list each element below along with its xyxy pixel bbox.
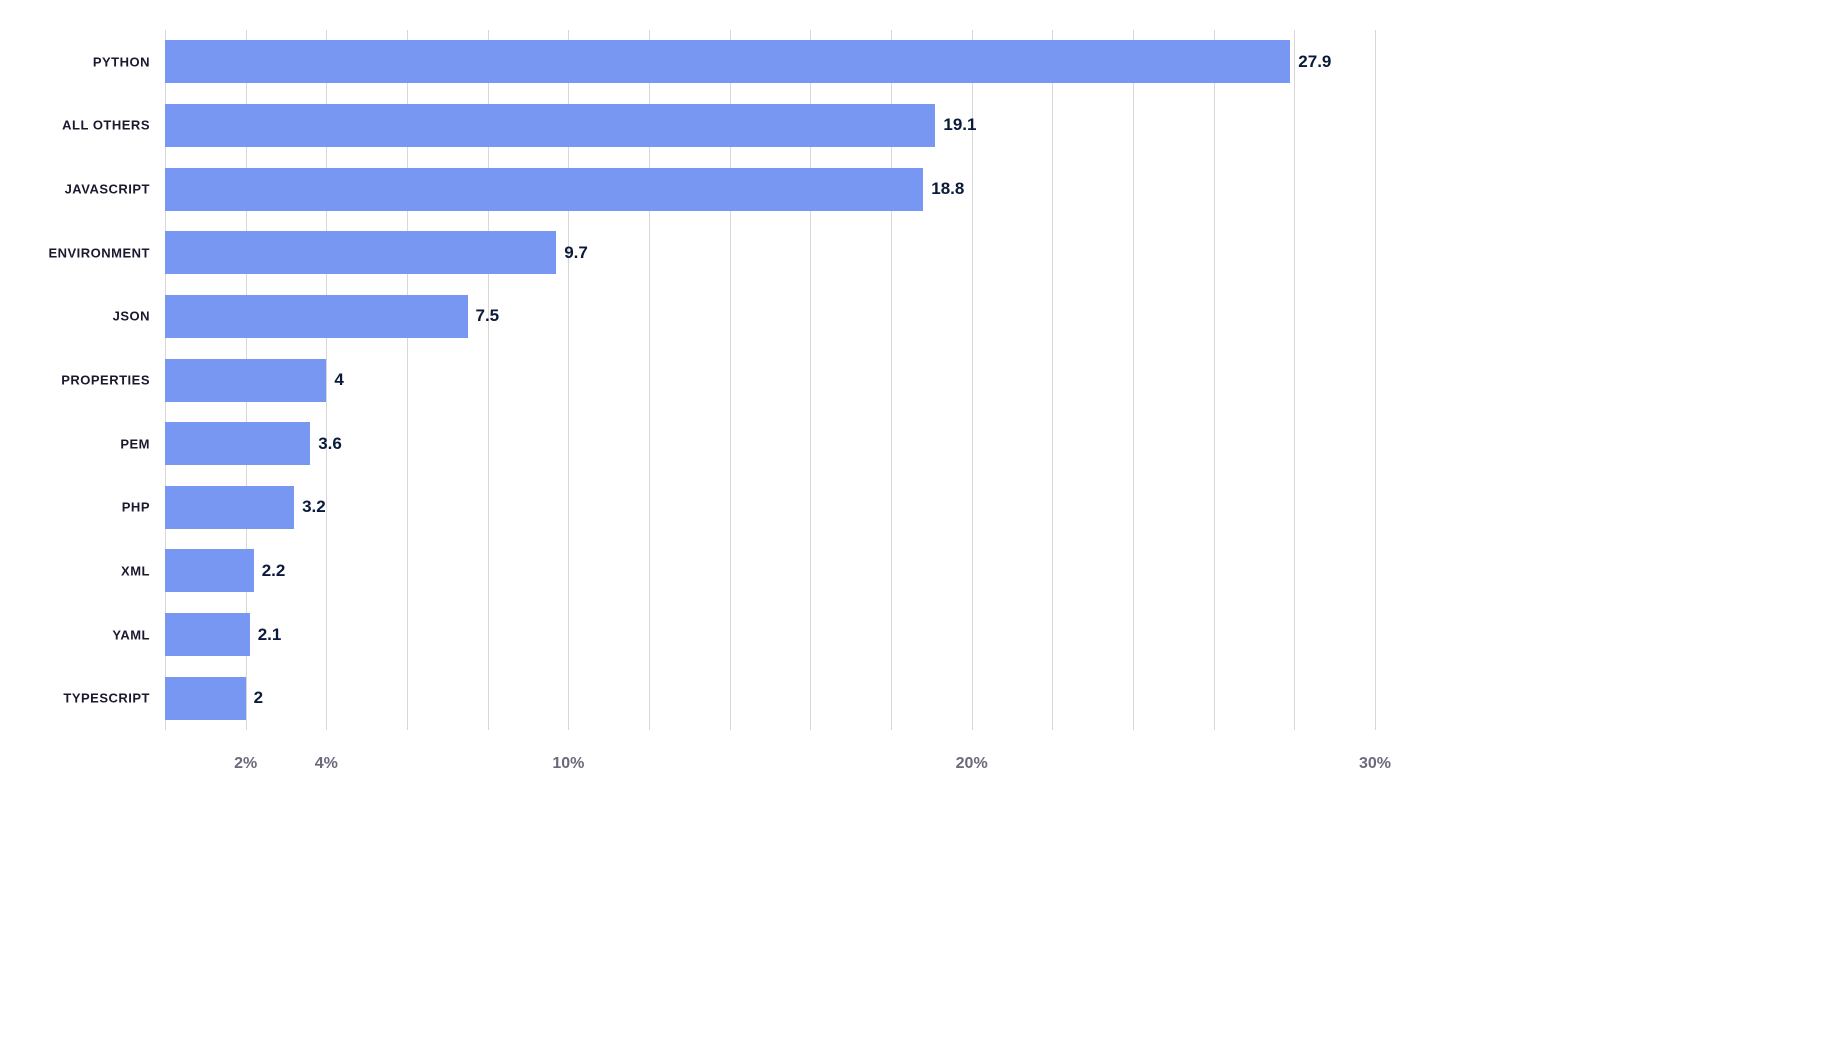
bar-value-label: 27.9	[1298, 52, 1331, 72]
bar-row: 2	[165, 677, 263, 720]
bar-row: 27.9	[165, 40, 1331, 83]
bar	[165, 359, 326, 402]
bar	[165, 549, 254, 592]
category-label: XML	[121, 563, 150, 578]
x-axis-tick: 20%	[956, 755, 988, 773]
bar-chart: 27.9 19.1 18.8 9.7 7.5 4 3.6 3.2 2.2 2.1 2	[165, 30, 1375, 730]
category-label: YAML	[112, 627, 150, 642]
category-label: ALL OTHERS	[62, 118, 150, 133]
gridline	[1375, 30, 1376, 730]
category-label: PEM	[120, 436, 150, 451]
bar-row: 4	[165, 359, 344, 402]
bar-row: 9.7	[165, 231, 588, 274]
gridline	[1133, 30, 1134, 730]
bar	[165, 168, 923, 211]
plot-area: 27.9 19.1 18.8 9.7 7.5 4 3.6 3.2 2.2 2.1 2	[165, 30, 1375, 730]
category-label: PROPERTIES	[61, 373, 150, 388]
bar	[165, 295, 468, 338]
category-label: PYTHON	[93, 54, 150, 69]
bar-value-label: 19.1	[943, 115, 976, 135]
category-label: TYPESCRIPT	[63, 691, 150, 706]
gridline	[1052, 30, 1053, 730]
bar	[165, 486, 294, 529]
bar-row: 2.2	[165, 549, 285, 592]
bar-value-label: 3.2	[302, 497, 326, 517]
gridline	[1214, 30, 1215, 730]
x-axis-tick: 10%	[552, 755, 584, 773]
bar-value-label: 18.8	[931, 179, 964, 199]
bar-value-label: 3.6	[318, 434, 342, 454]
bar	[165, 231, 556, 274]
bar-row: 19.1	[165, 104, 976, 147]
x-axis-tick: 30%	[1359, 755, 1391, 773]
bar-value-label: 9.7	[564, 243, 588, 263]
bar-row: 2.1	[165, 613, 281, 656]
category-label: JAVASCRIPT	[65, 182, 150, 197]
bar	[165, 104, 935, 147]
x-axis-tick: 2%	[234, 755, 257, 773]
category-label: JSON	[113, 309, 150, 324]
bar	[165, 677, 246, 720]
category-label: ENVIRONMENT	[48, 245, 150, 260]
bar	[165, 40, 1290, 83]
gridline	[1294, 30, 1295, 730]
bar-value-label: 2.2	[262, 561, 286, 581]
bar-row: 18.8	[165, 168, 964, 211]
bar-value-label: 2.1	[258, 625, 282, 645]
x-axis-tick: 4%	[315, 755, 338, 773]
bar-row: 3.2	[165, 486, 326, 529]
bar-value-label: 2	[254, 688, 263, 708]
bar	[165, 422, 310, 465]
bar-row: 3.6	[165, 422, 342, 465]
bar-row: 7.5	[165, 295, 499, 338]
bar-value-label: 4	[334, 370, 343, 390]
bar	[165, 613, 250, 656]
category-label: PHP	[122, 500, 150, 515]
bar-value-label: 7.5	[476, 306, 500, 326]
